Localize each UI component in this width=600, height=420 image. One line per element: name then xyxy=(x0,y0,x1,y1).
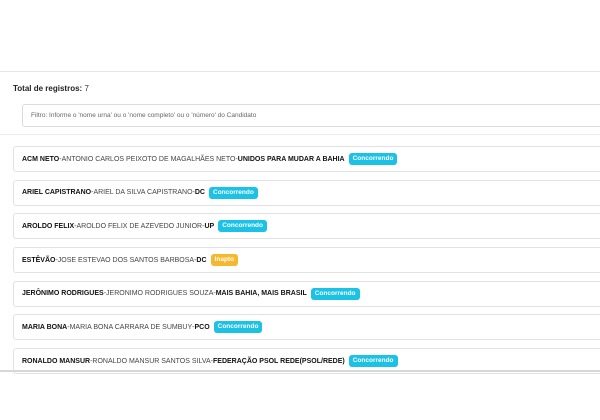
candidate-row[interactable]: ARIEL CAPISTRANO - ARIEL DA SILVA CAPIST… xyxy=(13,179,600,206)
candidate-row[interactable]: MARIA BONA - MARIA BONA CARRARA DE SUMBU… xyxy=(13,314,600,341)
candidate-row[interactable]: AROLDO FELIX - AROLDO FELIX DE AZEVEDO J… xyxy=(13,213,600,240)
status-badge: Concorrendo xyxy=(209,186,258,199)
header-area xyxy=(0,0,600,71)
candidate-full-name: ARIEL DA SILVA CAPISTRANO xyxy=(93,189,193,197)
candidate-full-name: MARIA BONA CARRARA DE SUMBUY xyxy=(69,323,193,331)
candidate-full-name: AROLDO FELIX DE AZEVEDO JUNIOR xyxy=(76,222,203,230)
status-badge: Concorrendo xyxy=(310,287,360,300)
candidate-ballot-name: MARIA BONA xyxy=(22,323,68,331)
candidate-party: MAIS BAHIA, MAIS BRASIL xyxy=(215,290,307,298)
total-value: 7 xyxy=(84,84,89,93)
candidate-party: DC xyxy=(194,189,205,197)
footer-divider xyxy=(0,370,600,372)
candidate-filter-input[interactable] xyxy=(22,104,600,127)
candidate-party: UNIDOS PARA MUDAR A BAHIA xyxy=(237,155,345,163)
total-records: Total de registros: 7 xyxy=(13,84,89,93)
candidate-party: PCO xyxy=(194,323,210,331)
candidate-ballot-name: ACM NETO xyxy=(22,155,60,163)
candidate-ballot-name: ARIEL CAPISTRANO xyxy=(22,189,92,197)
candidate-list: ACM NETO - ANTONIO CARLOS PEIXOTO DE MAG… xyxy=(13,146,600,382)
total-label: Total de registros: xyxy=(13,84,83,93)
candidate-party: FEDERAÇÃO PSOL REDE(PSOL/REDE) xyxy=(213,357,345,365)
candidate-row[interactable]: JERÔNIMO RODRIGUES - JERONIMO RODRIGUES … xyxy=(13,280,600,307)
candidate-ballot-name: RONALDO MANSUR xyxy=(22,357,91,365)
candidate-ballot-name: ESTÊVÃO xyxy=(22,256,56,264)
status-badge: Inapto xyxy=(210,254,239,267)
candidate-full-name: JOSE ESTEVAO DOS SANTOS BARBOSA xyxy=(57,256,195,264)
status-badge: Concorrendo xyxy=(348,355,398,368)
candidate-party: DC xyxy=(196,256,207,264)
candidate-full-name: ANTONIO CARLOS PEIXOTO DE MAGALHÃES NETO xyxy=(61,155,236,163)
candidate-row[interactable]: ESTÊVÃO - JOSE ESTEVAO DOS SANTOS BARBOS… xyxy=(13,247,600,274)
candidate-full-name: RONALDO MANSUR SANTOS SILVA xyxy=(92,357,211,365)
status-badge: Concorrendo xyxy=(213,321,263,334)
filter-divider xyxy=(0,134,600,135)
status-badge: Concorrendo xyxy=(348,153,398,165)
candidate-ballot-name: JERÔNIMO RODRIGUES xyxy=(22,290,104,298)
status-badge: Concorrendo xyxy=(218,220,267,233)
candidate-full-name: JERONIMO RODRIGUES SOUZA xyxy=(106,290,214,298)
candidate-party: UP xyxy=(204,222,215,230)
candidate-ballot-name: AROLDO FELIX xyxy=(22,222,75,230)
candidate-row[interactable]: ACM NETO - ANTONIO CARLOS PEIXOTO DE MAG… xyxy=(13,146,600,172)
